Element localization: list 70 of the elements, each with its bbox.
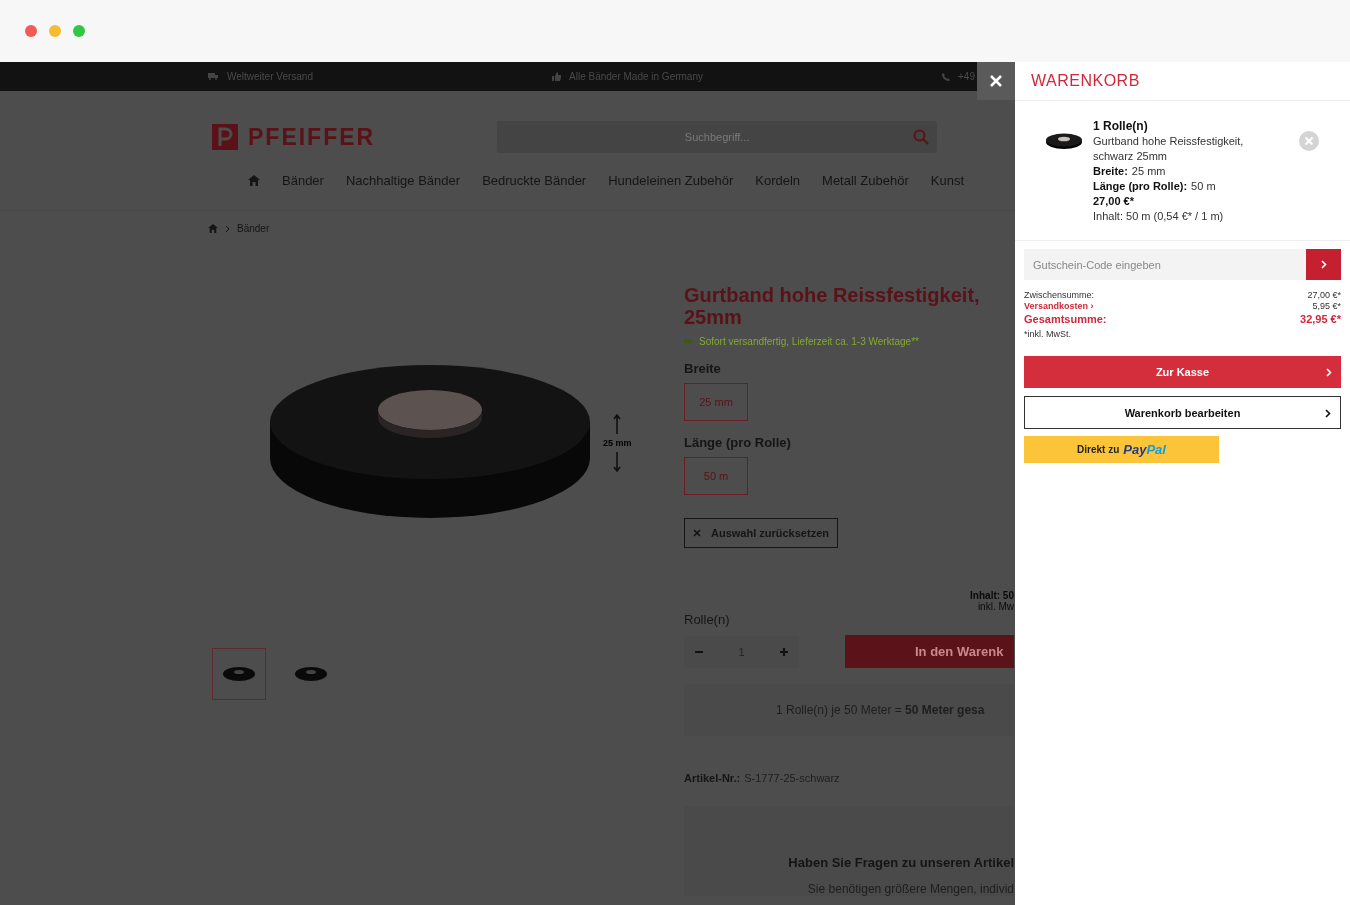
edit-cart-button[interactable]: Warenkorb bearbeiten: [1024, 396, 1341, 429]
dimension-label: 25 mm: [603, 438, 632, 448]
home-icon[interactable]: [248, 175, 260, 186]
nav-link[interactable]: Hundeleinen Zubehör: [608, 173, 734, 188]
close-window-dot[interactable]: [25, 25, 37, 37]
total-label: Zwischensumme:: [1024, 290, 1095, 301]
nav-link[interactable]: Kordeln: [755, 173, 801, 188]
logo-text: PFEIFFER: [248, 123, 376, 151]
product-thumbnail[interactable]: [212, 648, 266, 700]
item-unit-price: Inhalt: 50 m (0,54 €* / 1 m): [1093, 209, 1225, 224]
truck-icon: [684, 338, 694, 345]
dimension-arrow-icon: [613, 452, 622, 472]
item-name[interactable]: Gurtband hohe Reissfestigkeit, schwarz 25mm: [1093, 134, 1283, 164]
tape-roll-icon: [222, 666, 256, 682]
chevron-right-icon: [1325, 409, 1331, 418]
breadcrumb-link[interactable]: Bänder: [237, 223, 270, 234]
item-quantity: 1 Rolle(n): [1093, 119, 1149, 134]
quantity-label: Rolle(n): [684, 612, 731, 627]
home-icon[interactable]: [208, 224, 218, 233]
tape-roll-icon: [1045, 132, 1083, 150]
dimension-arrow-icon: [613, 414, 622, 434]
cart-title: WARENKORB: [1031, 72, 1140, 90]
reset-selection-button[interactable]: Auswahl zurücksetzen: [684, 518, 838, 548]
chevron-icon: [225, 224, 230, 233]
nav-link[interactable]: Metall Zubehör: [822, 173, 909, 188]
minimize-window-dot[interactable]: [49, 25, 61, 37]
total-value: 5,95 €*: [1312, 301, 1341, 312]
tape-roll-icon: [294, 666, 328, 682]
remove-item-icon[interactable]: [1299, 131, 1319, 151]
article-number-label: Artikel-Nr.:: [684, 772, 741, 784]
product-title: Gurtband hohe Reissfestigkeit, 25mm: [684, 284, 981, 328]
thumbs-up-icon: [552, 72, 561, 81]
content-note: Inhalt: 50: [970, 590, 1014, 601]
property-label: Länge (pro Rolle):: [1093, 179, 1188, 194]
nav-link[interactable]: Bedruckte Bänder: [482, 173, 587, 188]
property-value: 25 mm: [1131, 164, 1166, 179]
phone-icon: [942, 72, 951, 81]
search-icon[interactable]: [913, 129, 930, 145]
close-icon: [693, 529, 701, 537]
option-button[interactable]: 25 mm: [684, 383, 748, 421]
tax-note: *inkl. MwSt.: [1024, 329, 1072, 339]
total-label: Gesamtsumme:: [1024, 312, 1107, 327]
plus-icon[interactable]: [780, 647, 788, 656]
shipping-costs-link[interactable]: Versandkosten ›: [1024, 301, 1094, 312]
total-value: 27,00 €*: [1307, 290, 1341, 301]
maximize-window-dot[interactable]: [73, 25, 85, 37]
minus-icon[interactable]: [695, 650, 703, 653]
availability-text: Sofort versandfertig, Lieferzeit ca. 1-3 Werktage**: [699, 336, 919, 347]
option-label: Länge (pro Rolle): [684, 435, 792, 450]
apply-voucher-button[interactable]: [1306, 249, 1341, 280]
truck-icon: [208, 73, 219, 80]
close-icon: [990, 75, 1002, 87]
property-label: Breite:: [1093, 164, 1128, 179]
add-to-cart-button[interactable]: In den Warenk: [845, 635, 1014, 668]
property-value: 50 m: [1191, 179, 1216, 194]
item-price: 27,00 €*: [1093, 194, 1135, 209]
nav-link[interactable]: Nachhaltige Bänder: [345, 173, 461, 188]
info-text: +49: [958, 71, 975, 82]
chevron-right-icon: [1326, 368, 1332, 377]
total-value: 32,95 €*: [1300, 312, 1341, 327]
tax-note: inkl. Mw: [977, 601, 1014, 612]
option-label: Breite: [684, 361, 722, 376]
logo-icon: [212, 124, 238, 150]
nav-link[interactable]: Kunst: [930, 173, 965, 188]
paypal-checkout-button[interactable]: Direkt zu PayPal: [1024, 436, 1219, 463]
voucher-code-field[interactable]: Gutschein-Code eingeben: [1024, 249, 1306, 280]
checkout-button[interactable]: Zur Kasse: [1024, 356, 1341, 388]
nav-link[interactable]: Bänder: [282, 173, 324, 188]
close-button[interactable]: [977, 62, 1015, 100]
chevron-right-icon: [1320, 260, 1327, 269]
